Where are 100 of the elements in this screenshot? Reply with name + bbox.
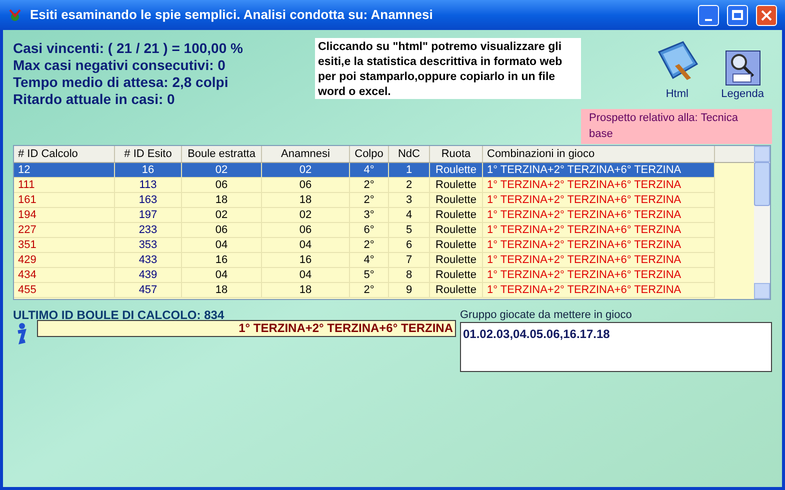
table-row[interactable]: 194 197 02 02 3° 4 Roulette 1° TERZINA+2° TERZINA+6° TERZINA — [14, 208, 754, 223]
table-cell: 2° — [350, 178, 389, 193]
table-cell: 194 — [14, 208, 115, 223]
table-cell: 1° TERZINA+2° TERZINA+6° TERZINA — [483, 223, 715, 238]
table-cell: 227 — [14, 223, 115, 238]
toolbar-button[interactable]: Legenda — [721, 50, 764, 102]
table-cell: 04 — [182, 268, 262, 283]
table-cell: 3 — [389, 193, 430, 208]
table-row[interactable]: 227 233 06 06 6° 5 Roulette 1° TERZINA+2° TERZINA+6° TERZINA — [14, 223, 754, 238]
table-cell: 06 — [262, 223, 350, 238]
table-cell: Roulette — [430, 283, 483, 298]
table-cell: 02 — [182, 163, 262, 178]
table-cell: 351 — [14, 238, 115, 253]
table-cell: 8 — [389, 268, 430, 283]
table-cell: 04 — [182, 238, 262, 253]
column-header[interactable]: Combinazioni in gioco — [483, 146, 715, 162]
table-cell: 439 — [115, 268, 182, 283]
table-cell: 113 — [115, 178, 182, 193]
table-cell: 353 — [115, 238, 182, 253]
table-cell: 7 — [389, 253, 430, 268]
close-button[interactable] — [756, 4, 777, 26]
toolbar-button[interactable]: Html — [653, 38, 702, 102]
table-cell: Roulette — [430, 238, 483, 253]
table-cell: 02 — [182, 208, 262, 223]
table-cell: Roulette — [430, 268, 483, 283]
table-cell: 9 — [389, 283, 430, 298]
table-row[interactable]: 161 163 18 18 2° 3 Roulette 1° TERZINA+2° TERZINA+6° TERZINA — [14, 193, 754, 208]
column-header[interactable]: Colpo — [350, 146, 389, 162]
table-cell: 197 — [115, 208, 182, 223]
table-row[interactable]: 111 113 06 06 2° 2 Roulette 1° TERZINA+2° TERZINA+6° TERZINA — [14, 178, 754, 193]
table-row[interactable]: 455 457 18 18 2° 9 Roulette 1° TERZINA+2° TERZINA+6° TERZINA — [14, 283, 754, 298]
window-title: Esiti esaminando le spie semplici. Analisi condotta su: Anamnesi — [30, 6, 434, 24]
column-header[interactable]: Boule estratta — [182, 146, 262, 162]
table-cell: 1° TERZINA+2° TERZINA+6° TERZINA — [483, 193, 715, 208]
table-row[interactable]: 351 353 04 04 2° 6 Roulette 1° TERZINA+2° TERZINA+6° TERZINA — [14, 238, 754, 253]
table-cell: Roulette — [430, 253, 483, 268]
table-cell: 163 — [115, 193, 182, 208]
table-cell: 6 — [389, 238, 430, 253]
table-cell: 18 — [262, 193, 350, 208]
table-cell: 3° — [350, 208, 389, 223]
table-cell: 434 — [14, 268, 115, 283]
table-cell: 4 — [389, 208, 430, 223]
table-cell: 06 — [182, 178, 262, 193]
magnifier-icon — [724, 50, 761, 86]
table-cell: 04 — [262, 238, 350, 253]
table-cell: 2 — [389, 178, 430, 193]
table-cell: 02 — [262, 208, 350, 223]
table-cell: 16 — [262, 253, 350, 268]
table-cell: Roulette — [430, 163, 483, 178]
table-cell: 04 — [262, 268, 350, 283]
table-cell: 1° TERZINA+2° TERZINA+6° TERZINA — [483, 238, 715, 253]
table-cell: 1° TERZINA+2° TERZINA+6° TERZINA — [483, 208, 715, 223]
table-cell: 16 — [182, 253, 262, 268]
close-icon — [761, 10, 772, 20]
app-icon — [8, 8, 22, 22]
table-cell: 1° TERZINA+2° TERZINA+6° TERZINA — [483, 163, 715, 178]
maximize-button[interactable] — [727, 4, 748, 26]
table-cell: 5 — [389, 223, 430, 238]
column-header[interactable]: # ID Esito — [115, 146, 182, 162]
table-cell: 2° — [350, 283, 389, 298]
table-cell: 111 — [14, 178, 115, 193]
table-cell: Roulette — [430, 193, 483, 208]
table-cell: 16 — [115, 163, 182, 178]
table-cell: 02 — [262, 163, 350, 178]
column-header[interactable]: NdC — [389, 146, 430, 162]
table-cell: 233 — [115, 223, 182, 238]
table-cell: 1° TERZINA+2° TERZINA+6° TERZINA — [483, 268, 715, 283]
last-id-label: ULTIMO ID BOULE DI CALCOLO: 834 — [13, 308, 226, 323]
table-cell: 433 — [115, 253, 182, 268]
info-note: Cliccando su "html" potremo visualizzare gli esiti,e la statistica descrittiva in formato web per poi stamparlo,oppure copiarlo in un file word o excel. — [315, 38, 581, 99]
scrollbar[interactable] — [754, 146, 770, 299]
table-cell: 1° TERZINA+2° TERZINA+6° TERZINA — [483, 178, 715, 193]
combination-field: 1° TERZINA+2° TERZINA+6° TERZINA — [37, 320, 456, 337]
table-cell: 06 — [182, 223, 262, 238]
group-label: Gruppo giocate da mettere in gioco — [460, 308, 633, 322]
table-row[interactable]: 434 439 04 04 5° 8 Roulette 1° TERZINA+2° TERZINA+6° TERZINA — [14, 268, 754, 283]
table-cell: 12 — [14, 163, 115, 178]
table-cell: Roulette — [430, 208, 483, 223]
prospetto-label: Prospetto relativo alla: Tecnica base — [581, 108, 772, 144]
table-cell: 1° TERZINA+2° TERZINA+6° TERZINA — [483, 253, 715, 268]
table-cell: 457 — [115, 283, 182, 298]
table-cell: 2° — [350, 238, 389, 253]
table-cell: 6° — [350, 223, 389, 238]
column-header[interactable]: Anamnesi — [262, 146, 350, 162]
statistic-text: Ritardo attuale in casi: 0 — [13, 91, 176, 108]
table-row[interactable]: 12 16 02 02 4° 1 Roulette 1° TERZINA+2° TERZINA+6° TERZINA — [14, 163, 754, 178]
table-cell: Roulette — [430, 223, 483, 238]
table-cell: 4° — [350, 163, 389, 178]
minimize-button[interactable] — [698, 4, 719, 26]
table-cell: 1 — [389, 163, 430, 178]
table-cell: Roulette — [430, 178, 483, 193]
column-header[interactable]: # ID Calcolo — [14, 146, 115, 162]
table-row[interactable]: 429 433 16 16 4° 7 Roulette 1° TERZINA+2° TERZINA+6° TERZINA — [14, 253, 754, 268]
table-cell: 429 — [14, 253, 115, 268]
table-cell: 455 — [14, 283, 115, 298]
column-header[interactable]: Ruota — [430, 146, 483, 162]
statistic-text: Casi vincenti: ( 21 / 21 ) = 100,00 % — [13, 40, 244, 57]
group-textarea[interactable]: 01.02.03,04.05.06,16.17.18 — [460, 322, 772, 372]
table-cell: 4° — [350, 253, 389, 268]
statistic-text: Tempo medio di attesa: 2,8 colpi — [13, 74, 230, 91]
